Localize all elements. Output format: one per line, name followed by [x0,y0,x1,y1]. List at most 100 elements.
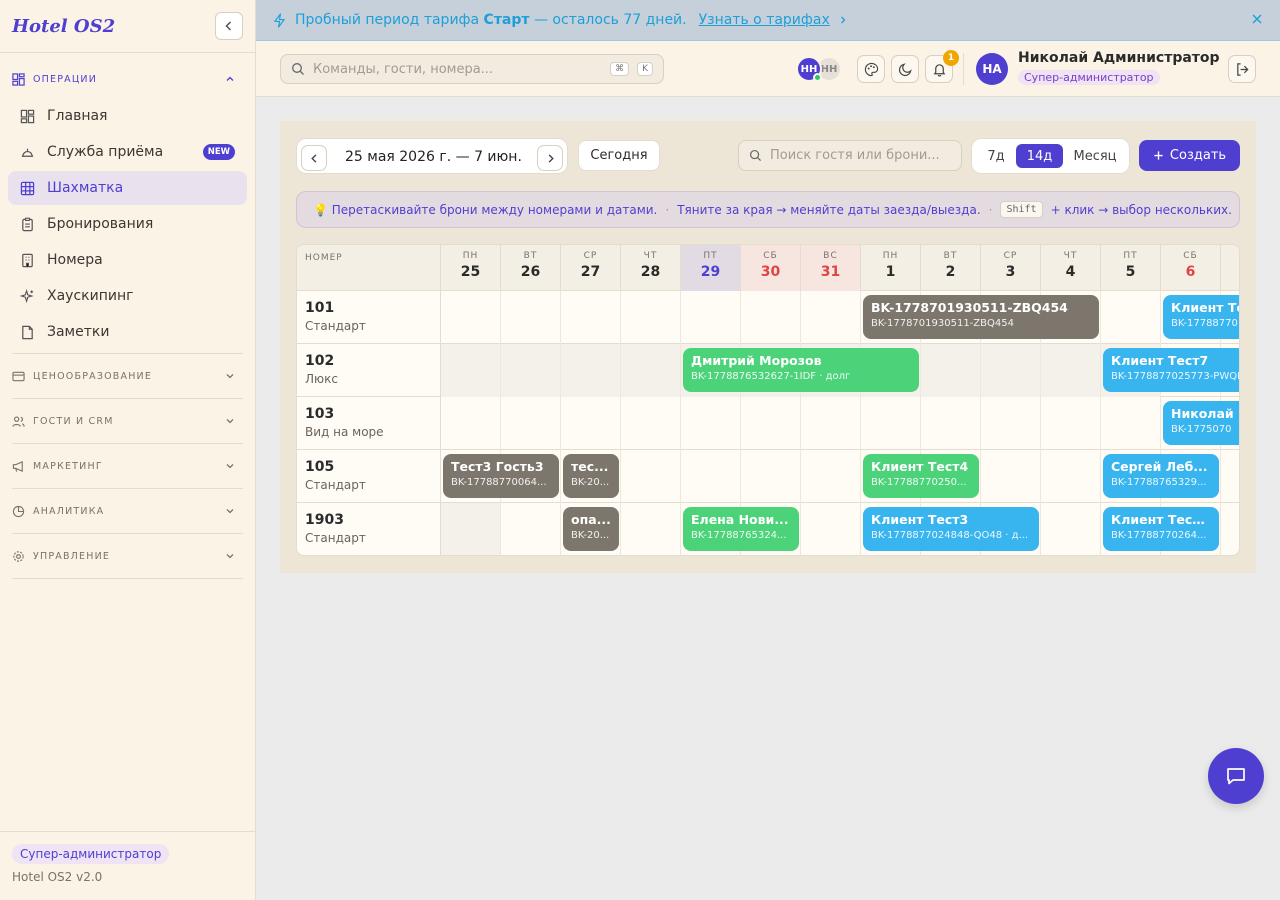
group-label: ГОСТИ И CRM [33,415,114,427]
sidebar-item-rooms[interactable]: Номера [8,243,247,277]
booking-block[interactable]: Сергей Леб... BK-17788765329... [1103,454,1219,498]
booking-block[interactable]: Клиент Тест BK-17788770 [1163,295,1239,339]
date-cell[interactable] [801,291,861,344]
date-cell[interactable] [501,344,561,397]
command-search[interactable]: ⌘ K [280,54,664,84]
avatar[interactable]: НН [796,56,822,82]
next-period-button[interactable] [537,145,563,171]
booking-block[interactable]: Дмитрий Морозов BK-1778876532627-1IDF · д… [683,348,919,392]
group-management[interactable]: УПРАВЛЕНИЕ [0,538,247,574]
date-cell[interactable] [1101,397,1161,450]
logout-button[interactable] [1228,55,1256,83]
room-label[interactable]: 101 Стандарт [297,291,441,344]
sidebar-item-home[interactable]: Главная [8,99,247,133]
date-cell[interactable] [741,397,801,450]
date-cell[interactable] [1041,397,1101,450]
view-month[interactable]: Месяц [1065,144,1125,168]
today-button[interactable]: Сегодня [578,140,660,171]
booking-block[interactable]: Елена Нови... BK-17788765324... [683,507,799,551]
date-cell[interactable] [741,450,801,503]
date-cell[interactable] [981,450,1041,503]
pricing-link[interactable]: Узнать о тарифах [699,12,830,28]
date-cell[interactable] [681,450,741,503]
theme-palette-button[interactable] [857,55,885,83]
weekday-label: ПТ [703,251,718,261]
booking-block[interactable]: Клиент Тест7 BK-1778877025773-PWQL [1103,348,1239,392]
date-cell[interactable] [621,450,681,503]
date-cell[interactable] [501,291,561,344]
prev-period-button[interactable] [301,145,327,171]
user-avatar[interactable]: НА [976,53,1008,85]
group-pricing[interactable]: ЦЕНООБРАЗОВАНИЕ [0,358,247,394]
group-analytics[interactable]: АНАЛИТИКА [0,493,247,529]
booking-block[interactable]: Клиент Тест4 BK-17788770250... [863,454,979,498]
group-marketing[interactable]: МАРКЕТИНГ [0,448,247,484]
date-cell[interactable] [621,397,681,450]
room-label[interactable]: 105 Стандарт [297,450,441,503]
sidebar-item-housekeeping[interactable]: Хаускипинг [8,279,247,313]
command-search-input[interactable] [313,61,603,77]
room-label[interactable]: 1903 Стандарт [297,503,441,555]
booking-block[interactable]: тес... BK-20... [563,454,619,498]
date-cell[interactable] [801,397,861,450]
room-label[interactable]: 102 Люкс [297,344,441,397]
date-cell[interactable] [681,397,741,450]
date-cell[interactable] [561,397,621,450]
date-cell[interactable] [981,397,1041,450]
booking-guest: Николай Н [1171,406,1239,421]
room-chessboard: НОМЕР ПН 25 ВТ 26 СР 27 ЧТ 28 ПТ 29 СБ 30 ВС 31 ПН 1 ВТ 2… [296,244,1240,556]
booking-block[interactable]: Тест3 Гость3 BK-17788770064... [443,454,559,498]
day-header: ВТ 2 [921,245,981,291]
room-label[interactable]: 103 Вид на море [297,397,441,450]
group-guests-crm[interactable]: ГОСТИ И CRM [0,403,247,439]
date-cell[interactable] [741,291,801,344]
date-cell[interactable] [501,397,561,450]
dark-mode-button[interactable] [891,55,919,83]
date-cell[interactable] [441,503,501,555]
date-cell[interactable] [681,291,741,344]
day-number: 3 [1005,264,1016,280]
date-cell[interactable] [621,503,681,555]
booking-block[interactable]: BK-1778701930511-ZBQ454 BK-1778701930511-… [863,295,1099,339]
date-cell[interactable] [801,503,861,555]
date-cell[interactable] [801,450,861,503]
date-cell[interactable] [1101,291,1161,344]
booking-block[interactable]: Николай Н BK-1775070 [1163,401,1239,445]
view-7d[interactable]: 7д [977,144,1015,168]
sidebar-item-front-desk[interactable]: Служба приёма NEW [8,135,247,169]
notifications-button[interactable]: 1 [925,50,959,83]
date-cell[interactable] [441,344,501,397]
sidebar-item-chessboard[interactable]: Шахматка [8,171,247,205]
date-cell[interactable] [861,397,921,450]
notification-count: 1 [943,50,959,66]
booking-block[interactable]: Клиент Тест... BK-17788770264... [1103,507,1219,551]
date-cell[interactable] [981,344,1041,397]
date-cell[interactable] [1041,344,1101,397]
date-cell[interactable] [501,503,561,555]
create-booking-button[interactable]: Создать [1139,140,1240,171]
usage-hint: 💡 Перетаскивайте брони между номерами и … [296,191,1240,228]
date-cell[interactable] [441,397,501,450]
booking-block[interactable]: Клиент Тест3 BK-1778877024848-QO48 · д... [863,507,1039,551]
date-cell[interactable] [441,291,501,344]
date-cell[interactable] [921,397,981,450]
date-cell[interactable] [921,344,981,397]
guest-search-input[interactable] [770,148,951,163]
guest-search[interactable] [738,140,962,171]
date-cell[interactable] [1041,450,1101,503]
booking-code: BK-17788765324... [691,530,787,541]
chat-button[interactable] [1208,748,1264,804]
sidebar-item-bookings[interactable]: Бронирования [8,207,247,241]
brand-bar: Hotel OS2 [0,0,255,53]
view-14d[interactable]: 14д [1016,144,1063,168]
date-cell[interactable] [561,344,621,397]
group-operations[interactable]: ОПЕРАЦИИ [0,61,247,97]
collapse-sidebar-button[interactable] [215,12,243,40]
date-cell[interactable] [1041,503,1101,555]
date-cell[interactable] [621,291,681,344]
booking-block[interactable]: опа... BK-20... [563,507,619,551]
date-cell[interactable] [621,344,681,397]
sidebar-item-notes[interactable]: Заметки [8,315,247,349]
close-banner-icon[interactable] [1250,12,1264,26]
date-cell[interactable] [561,291,621,344]
